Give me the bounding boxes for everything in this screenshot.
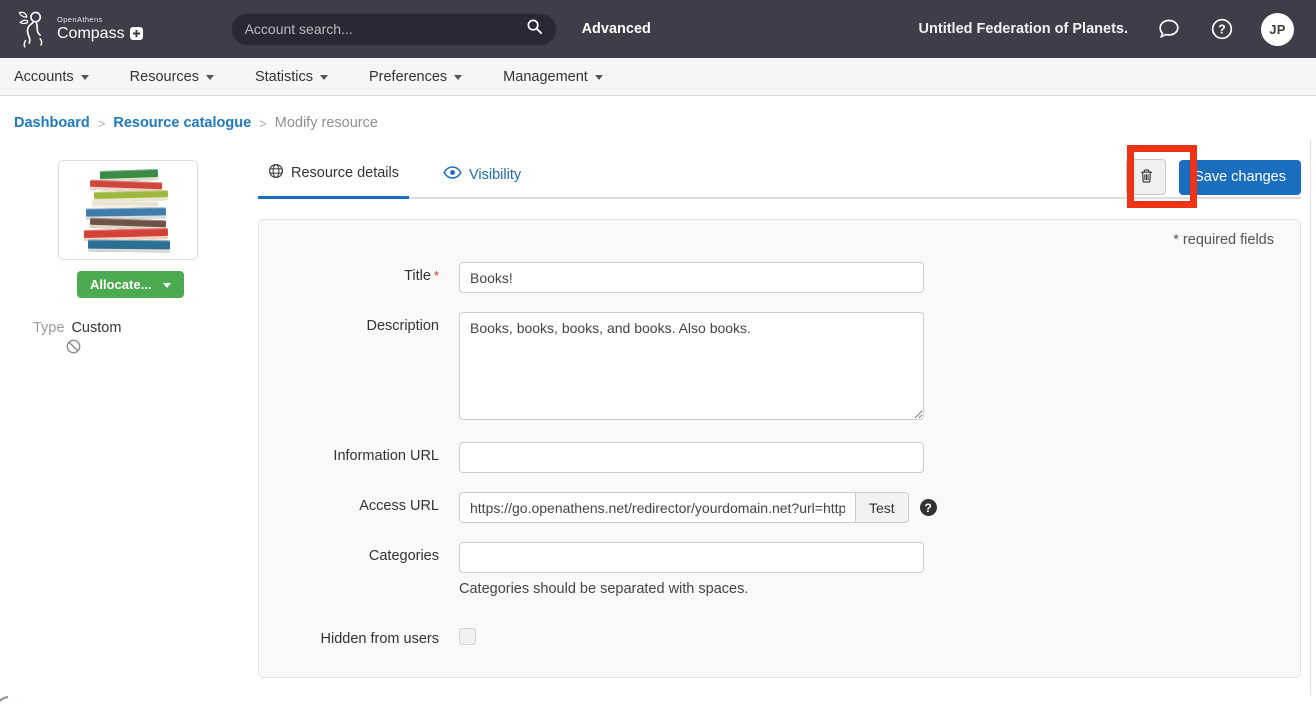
- brand-logo[interactable]: OpenAthens Compass: [14, 6, 143, 53]
- chat-icon[interactable]: [1157, 17, 1181, 41]
- organisation-name: Untitled Federation of Planets.: [919, 21, 1128, 37]
- brand-openathens-label: OpenAthens: [57, 16, 143, 24]
- information-url-input[interactable]: [459, 442, 924, 473]
- test-url-button[interactable]: Test: [856, 492, 909, 523]
- type-label: Type: [33, 320, 64, 336]
- information-url-label: Information URL: [285, 442, 439, 473]
- resource-sidebar: Allocate... Type Custom: [0, 144, 258, 678]
- footer-logo-fragment: [0, 694, 16, 715]
- tab-resource-details[interactable]: Resource details: [258, 163, 409, 199]
- top-navbar: OpenAthens Compass Advanced Untitled Fed…: [0, 0, 1316, 58]
- chevron-down-icon: [206, 75, 214, 80]
- page-content: Allocate... Type Custom: [0, 144, 1316, 678]
- menu-statistics[interactable]: Statistics: [255, 69, 328, 85]
- brand-compass-label: Compass: [57, 26, 125, 43]
- categories-label: Categories: [285, 542, 439, 597]
- account-search-box[interactable]: [231, 13, 557, 46]
- categories-input[interactable]: [459, 542, 924, 573]
- required-asterisk: *: [434, 268, 439, 283]
- title-label: Title*: [285, 262, 439, 293]
- resource-editor: Resource details Visibility: [258, 144, 1316, 678]
- required-fields-note: * required fields: [285, 232, 1274, 248]
- compass-plus-icon: [130, 27, 143, 40]
- menu-resources[interactable]: Resources: [130, 69, 214, 85]
- access-url-help-icon[interactable]: ?: [920, 499, 937, 516]
- not-allocated-icon: [66, 339, 258, 359]
- chevron-down-icon: [595, 75, 603, 80]
- books-image: [76, 168, 180, 252]
- page-edge-divider: [1310, 140, 1311, 695]
- save-changes-button[interactable]: Save changes: [1179, 160, 1301, 195]
- description-label: Description: [285, 312, 439, 420]
- advanced-search-link[interactable]: Advanced: [582, 21, 651, 37]
- menu-management[interactable]: Management: [503, 69, 603, 85]
- breadcrumb-modify-resource: Modify resource: [275, 115, 378, 131]
- description-row: Description Books, books, books, and boo…: [285, 312, 1274, 420]
- svg-text:?: ?: [1218, 22, 1226, 36]
- globe-icon: [268, 163, 284, 183]
- title-input[interactable]: [459, 262, 924, 293]
- resource-details-panel: * required fields Title* Description Boo…: [258, 219, 1301, 678]
- title-row: Title*: [285, 262, 1274, 293]
- page-actions: Save changes: [1126, 159, 1301, 195]
- chevron-down-icon: [320, 75, 328, 80]
- user-avatar[interactable]: JP: [1261, 13, 1294, 46]
- resource-type-row: Type Custom: [33, 320, 258, 336]
- hidden-from-users-checkbox[interactable]: [459, 628, 476, 645]
- type-value: Custom: [71, 320, 121, 336]
- menu-accounts[interactable]: Accounts: [14, 69, 89, 85]
- chevron-down-icon: [163, 283, 171, 288]
- tab-visibility[interactable]: Visibility: [433, 166, 531, 199]
- categories-help-text: Categories should be separated with spac…: [459, 581, 924, 597]
- openathens-figure-icon: [14, 6, 50, 53]
- breadcrumb-separator: >: [98, 116, 106, 131]
- chevron-down-icon: [454, 75, 462, 80]
- access-url-row: Access URL Test ?: [285, 492, 1274, 523]
- categories-row: Categories Categories should be separate…: [285, 542, 1274, 597]
- description-textarea[interactable]: Books, books, books, and books. Also boo…: [459, 312, 924, 420]
- information-url-row: Information URL: [285, 442, 1274, 473]
- account-search-input[interactable]: [245, 21, 526, 37]
- allocate-button[interactable]: Allocate...: [77, 271, 184, 298]
- breadcrumb: Dashboard > Resource catalogue > Modify …: [0, 96, 1316, 144]
- access-url-label: Access URL: [285, 492, 439, 523]
- help-icon[interactable]: ?: [1210, 17, 1234, 41]
- trash-icon: [1139, 168, 1154, 187]
- hidden-from-users-label: Hidden from users: [285, 625, 439, 647]
- chevron-down-icon: [81, 75, 89, 80]
- menu-preferences[interactable]: Preferences: [369, 69, 462, 85]
- breadcrumb-separator: >: [259, 116, 267, 131]
- access-url-input[interactable]: [459, 492, 856, 523]
- delete-resource-button[interactable]: [1126, 159, 1166, 195]
- main-menubar: Accounts Resources Statistics Preference…: [0, 58, 1316, 96]
- breadcrumb-dashboard[interactable]: Dashboard: [14, 115, 90, 131]
- resource-thumbnail-card: [58, 160, 198, 260]
- breadcrumb-resource-catalogue[interactable]: Resource catalogue: [113, 115, 251, 131]
- search-icon[interactable]: [526, 18, 543, 40]
- eye-icon: [443, 166, 462, 183]
- hidden-from-users-row: Hidden from users: [285, 625, 1274, 647]
